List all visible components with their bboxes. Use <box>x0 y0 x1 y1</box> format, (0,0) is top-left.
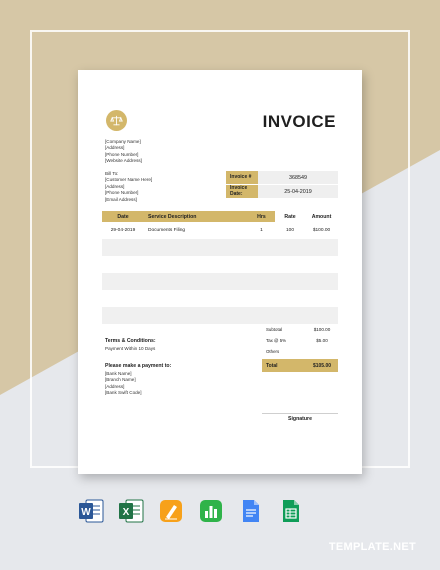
terms-block: Terms & Conditions: Payment Within 10 Da… <box>105 338 156 352</box>
header-amount: Amount <box>311 213 332 220</box>
svg-text:W: W <box>81 507 91 518</box>
terms-heading: Terms & Conditions: <box>105 338 156 344</box>
header-description: Service Description <box>144 211 248 222</box>
others-row: Others <box>262 346 338 357</box>
brand-watermark: TEMPLATE.NET <box>328 541 416 553</box>
table-row-empty <box>102 239 338 256</box>
header-rate: Rate <box>284 213 296 220</box>
row-rate: 100 <box>285 228 294 233</box>
app-format-icons: W X <box>78 498 304 524</box>
google-sheets-icon[interactable] <box>278 498 304 524</box>
company-website: [Website Address] <box>105 158 142 164</box>
scales-logo-icon <box>106 110 127 131</box>
row-date: 29-04-2019 <box>110 228 136 233</box>
total-row: Total $105.00 <box>262 359 338 372</box>
bill-to-block: Bill To: [Customer Name Here] [Address] … <box>105 171 152 203</box>
row-hrs: 1 <box>260 228 263 233</box>
subtotal-value: $100.00 <box>313 327 331 332</box>
subtotal-row: Subtotal $100.00 <box>262 324 338 335</box>
row-amount: $100.00 <box>312 228 331 233</box>
invoice-document: INVOICE [Company Name] [Address] [Phone … <box>78 70 362 474</box>
table-row-empty <box>102 256 338 273</box>
invoice-date-row: Invoice Date: 25-04-2019 <box>226 185 338 198</box>
signature-line <box>262 413 338 414</box>
invoice-date-label: Invoice Date: <box>226 185 258 198</box>
totals-block: Subtotal $100.00 Tax @ 5% $5.00 Others T… <box>262 324 338 372</box>
terms-text: Payment Within 10 Days <box>105 346 156 351</box>
table-header: Date Service Description Hrs Rate Amount <box>102 211 338 222</box>
table-row: 29-04-2019 Documents Filing 1 100 $100.0… <box>102 222 338 239</box>
line-items-table: Date Service Description Hrs Rate Amount… <box>102 211 338 324</box>
total-label: Total <box>266 362 278 369</box>
signature-label: Signature <box>288 416 312 422</box>
table-row-empty <box>102 290 338 307</box>
numbers-icon[interactable] <box>198 498 224 524</box>
header-date: Date <box>102 211 144 222</box>
table-row-empty <box>102 273 338 290</box>
invoice-number-label: Invoice # <box>226 171 258 184</box>
invoice-number-value: 368549 <box>258 171 338 184</box>
subtotal-label: Subtotal <box>266 327 283 332</box>
tax-label: Tax @ 5% <box>266 338 287 343</box>
google-docs-icon[interactable] <box>238 498 264 524</box>
invoice-meta: Invoice # 368549 Invoice Date: 25-04-201… <box>226 171 338 199</box>
payment-heading: Please make a payment to: <box>105 363 172 369</box>
customer-email: [Email Address] <box>105 196 137 202</box>
company-info: [Company Name] [Address] [Phone Number] … <box>105 139 142 165</box>
svg-text:X: X <box>123 507 130 518</box>
payment-block: Please make a payment to: [Bank Name] [B… <box>105 363 171 397</box>
total-value: $105.00 <box>312 362 332 369</box>
invoice-date-value: 25-04-2019 <box>258 185 338 198</box>
table-row-empty <box>102 307 338 324</box>
tax-row: Tax @ 5% $5.00 <box>262 335 338 346</box>
invoice-number-row: Invoice # 368549 <box>226 171 338 184</box>
pages-icon[interactable] <box>158 498 184 524</box>
word-icon[interactable]: W <box>78 498 104 524</box>
tax-value: $5.00 <box>316 338 328 343</box>
others-label: Others <box>266 349 280 354</box>
bank-swift-code: [Bank Swift Code] <box>105 390 142 396</box>
row-description: Documents Filing <box>148 228 186 233</box>
customer-name: [Customer Name Here] <box>105 177 153 183</box>
excel-icon[interactable]: X <box>118 498 144 524</box>
invoice-title: INVOICE <box>262 112 336 131</box>
header-hrs: Hrs <box>248 211 275 222</box>
